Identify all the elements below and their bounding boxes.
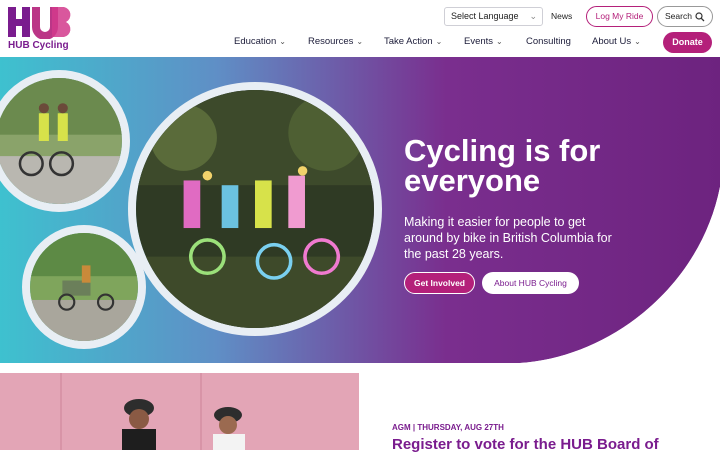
nav-item-education[interactable]: Education ⌄ (234, 36, 286, 47)
nav-item-label: Consulting (526, 36, 571, 47)
nav-item-label: Resources (308, 36, 354, 47)
nav-item-about-us[interactable]: About Us ⌄ (592, 36, 641, 47)
feature-photo (0, 373, 359, 450)
feature-title-link[interactable]: Register to vote for the HUB Board of (392, 436, 659, 453)
feature-tagline: AGM | THURSDAY, AUG 27TH (392, 423, 504, 432)
hero-photo-night-ride (128, 82, 382, 336)
donate-button[interactable]: Donate (663, 32, 712, 53)
about-hub-cycling-button[interactable]: About HUB Cycling (482, 272, 579, 294)
nav-item-take-action[interactable]: Take Action ⌄ (384, 36, 442, 47)
nav-item-consulting[interactable]: Consulting (526, 36, 571, 47)
site-header: HUB Cycling Select Language ⌄ News Log M… (0, 0, 720, 57)
nav-item-label: About Us (592, 36, 632, 47)
hero-section: Cycling is for everyone Making it easier… (0, 57, 720, 363)
news-link[interactable]: News (551, 11, 572, 21)
search-icon (695, 12, 705, 22)
nav-item-resources[interactable]: Resources ⌄ (308, 36, 363, 47)
get-involved-button[interactable]: Get Involved (404, 272, 475, 294)
search-label: Search (665, 11, 692, 21)
language-select-label: Select Language (451, 11, 519, 21)
hub-logo-mark (8, 7, 71, 39)
chevron-down-icon: ⌄ (435, 37, 443, 46)
nav-item-events[interactable]: Events ⌄ (464, 36, 503, 47)
nav-item-label: Education (234, 36, 277, 47)
nav-item-label: Take Action (384, 36, 433, 47)
hero-subtitle: Making it easier for people to get aroun… (404, 215, 612, 261)
language-select[interactable]: Select Language ⌄ (444, 7, 543, 26)
feature-photo-image (0, 373, 359, 450)
hero-title: Cycling is for everyone (404, 133, 601, 198)
chevron-down-icon: ⌄ (634, 37, 641, 46)
chevron-down-icon: ⌄ (529, 11, 537, 21)
chevron-down-icon: ⌄ (496, 37, 503, 46)
chevron-down-icon: ⌄ (356, 37, 364, 46)
chevron-down-icon: ⌄ (279, 37, 286, 46)
logo-text: HUB Cycling (8, 40, 69, 51)
nav-item-label: Events (464, 36, 494, 47)
hero-photo-cargo-bike (22, 225, 146, 349)
log-my-ride-button[interactable]: Log My Ride (586, 6, 653, 27)
search-button[interactable]: Search (657, 6, 713, 27)
hub-cycling-logo[interactable]: HUB Cycling (8, 7, 72, 52)
